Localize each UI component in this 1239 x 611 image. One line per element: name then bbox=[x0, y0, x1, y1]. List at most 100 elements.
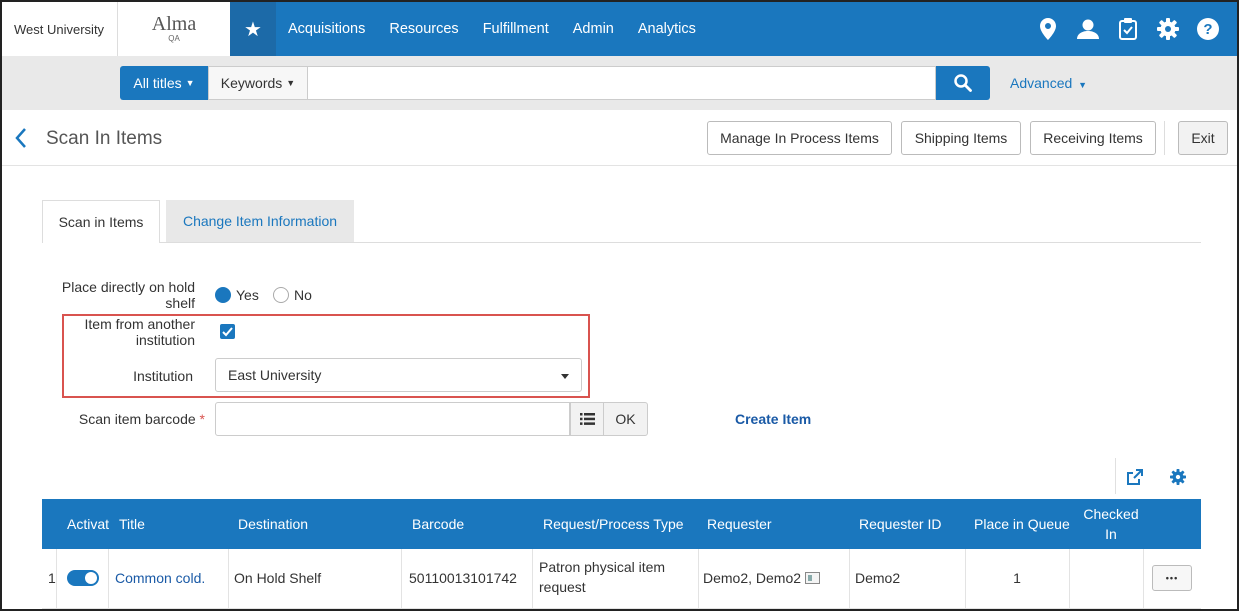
search-bar: All titles ▼ Keywords ▼ Advanced ▼ bbox=[2, 56, 1237, 110]
barcode-label: Scan item barcode * bbox=[42, 411, 205, 427]
search-field-dropdown[interactable]: Keywords ▼ bbox=[208, 66, 308, 100]
tools-divider bbox=[1115, 458, 1116, 494]
barcode-input[interactable] bbox=[215, 402, 570, 436]
institution-label: Institution bbox=[133, 368, 193, 384]
page-header: Scan In Items Manage In Process Items Sh… bbox=[2, 110, 1237, 166]
create-item-link[interactable]: Create Item bbox=[735, 411, 811, 427]
col-divider bbox=[401, 549, 402, 609]
back-chevron-icon[interactable] bbox=[14, 127, 28, 153]
search-scope-label: All titles bbox=[133, 75, 182, 91]
row-barcode: 50110013101742 bbox=[409, 570, 517, 586]
table-header: Activat Title Destination Barcode Reques… bbox=[42, 499, 1201, 549]
active-toggle[interactable] bbox=[67, 570, 99, 586]
col-divider bbox=[849, 549, 850, 609]
col-title[interactable]: Title bbox=[119, 514, 145, 534]
top-icons: ? bbox=[1021, 2, 1237, 56]
hold-shelf-label: Place directly on hold shelf bbox=[42, 279, 195, 311]
checkmark-icon bbox=[222, 326, 233, 336]
gear-icon[interactable] bbox=[1155, 16, 1181, 42]
col-destination[interactable]: Destination bbox=[238, 514, 308, 534]
environment-label: QA bbox=[168, 34, 180, 43]
hold-shelf-no-radio[interactable] bbox=[273, 287, 289, 303]
search-input[interactable] bbox=[308, 66, 936, 100]
favorites-star-icon[interactable]: ★ bbox=[230, 2, 276, 56]
required-mark: * bbox=[199, 411, 205, 427]
row-request-type-line2: request bbox=[539, 579, 586, 595]
receiving-items-button[interactable]: Receiving Items bbox=[1030, 121, 1156, 155]
tasks-icon[interactable] bbox=[1115, 16, 1141, 42]
hold-shelf-yes-label: Yes bbox=[236, 287, 259, 303]
more-icon: ••• bbox=[1165, 573, 1179, 583]
row-title-link[interactable]: Common cold. bbox=[115, 568, 205, 588]
tab-divider bbox=[160, 242, 1201, 243]
hold-shelf-label-line2: shelf bbox=[165, 295, 195, 311]
col-checked-in[interactable]: Checked In bbox=[1078, 504, 1144, 544]
advanced-search-link[interactable]: Advanced ▼ bbox=[1010, 75, 1087, 91]
barcode-label-text: Scan item barcode bbox=[78, 411, 196, 427]
institution-select-value: East University bbox=[228, 367, 322, 383]
hold-shelf-no-label: No bbox=[294, 287, 312, 303]
col-divider bbox=[1069, 549, 1070, 609]
col-divider bbox=[532, 549, 533, 609]
col-requester-id[interactable]: Requester ID bbox=[859, 514, 941, 534]
row-request-type-line1: Patron physical item bbox=[539, 559, 666, 575]
another-institution-checkbox[interactable] bbox=[220, 324, 235, 339]
col-checked-in-line1: Checked bbox=[1083, 506, 1139, 522]
manage-in-process-button[interactable]: Manage In Process Items bbox=[707, 121, 892, 155]
another-institution-label-line1: Item from another bbox=[84, 316, 196, 332]
row-destination: On Hold Shelf bbox=[234, 570, 322, 586]
search-button[interactable] bbox=[936, 66, 990, 100]
col-requester[interactable]: Requester bbox=[707, 514, 772, 534]
row-request-type: Patron physical item request bbox=[539, 557, 665, 597]
search-field-label: Keywords bbox=[220, 75, 283, 91]
top-bar: West University Alma QA ★ Acquisitions R… bbox=[2, 2, 1237, 56]
user-icon[interactable] bbox=[1075, 16, 1101, 42]
col-place-in-queue[interactable]: Place in Queue bbox=[974, 514, 1070, 534]
main-nav: Acquisitions Resources Fulfillment Admin… bbox=[276, 2, 720, 56]
search-scope-dropdown[interactable]: All titles ▼ bbox=[120, 66, 208, 100]
nav-analytics[interactable]: Analytics bbox=[638, 21, 696, 37]
hold-shelf-label-line1: Place directly on hold bbox=[61, 279, 195, 295]
search-icon bbox=[954, 74, 972, 92]
barcode-ok-button[interactable]: OK bbox=[603, 402, 648, 436]
hold-shelf-yes-radio[interactable] bbox=[215, 287, 231, 303]
exit-button[interactable]: Exit bbox=[1178, 121, 1228, 155]
table-row: 1 Common cold. On Hold Shelf 50110013101… bbox=[42, 549, 1201, 609]
row-number: 1 bbox=[48, 570, 56, 586]
row-requester: Demo2, Demo2 bbox=[703, 568, 821, 588]
table-settings-gear-icon[interactable] bbox=[1168, 467, 1188, 487]
caret-down-icon: ▼ bbox=[1078, 80, 1088, 90]
location-icon[interactable] bbox=[1035, 16, 1061, 42]
caret-down-icon: ▼ bbox=[286, 78, 296, 88]
alma-logo[interactable]: Alma QA bbox=[118, 2, 230, 56]
another-institution-label: Item from another institution bbox=[42, 316, 196, 348]
page-title: Scan In Items bbox=[46, 128, 163, 149]
svg-text:?: ? bbox=[1203, 21, 1212, 38]
caret-down-icon: ▼ bbox=[185, 78, 195, 88]
advanced-search-label: Advanced bbox=[1010, 75, 1073, 91]
logo-text: Alma bbox=[151, 13, 197, 35]
nav-admin[interactable]: Admin bbox=[573, 21, 614, 37]
nav-fulfillment[interactable]: Fulfillment bbox=[483, 21, 549, 37]
shipping-items-button[interactable]: Shipping Items bbox=[901, 121, 1021, 155]
export-icon[interactable] bbox=[1125, 467, 1145, 487]
nav-resources[interactable]: Resources bbox=[389, 21, 458, 37]
col-divider bbox=[56, 549, 57, 609]
col-divider bbox=[1143, 549, 1144, 609]
row-requester-name: Demo2, Demo2 bbox=[703, 570, 802, 586]
caret-down-icon bbox=[561, 374, 569, 379]
col-active[interactable]: Activat bbox=[67, 514, 109, 534]
nav-acquisitions[interactable]: Acquisitions bbox=[288, 21, 365, 37]
patron-card-icon[interactable] bbox=[805, 572, 821, 584]
row-place-in-queue: 1 bbox=[1013, 570, 1021, 586]
tab-scan-in-items[interactable]: Scan in Items bbox=[42, 200, 160, 243]
barcode-list-button[interactable] bbox=[570, 402, 604, 436]
list-icon bbox=[579, 413, 595, 425]
tab-change-item-information[interactable]: Change Item Information bbox=[166, 200, 354, 242]
institution-select[interactable]: East University bbox=[215, 358, 582, 392]
row-actions-button[interactable]: ••• bbox=[1152, 565, 1192, 591]
another-institution-label-line2: institution bbox=[135, 332, 195, 348]
col-barcode[interactable]: Barcode bbox=[412, 514, 464, 534]
col-request-type[interactable]: Request/Process Type bbox=[543, 514, 684, 534]
help-icon[interactable]: ? bbox=[1195, 16, 1221, 42]
